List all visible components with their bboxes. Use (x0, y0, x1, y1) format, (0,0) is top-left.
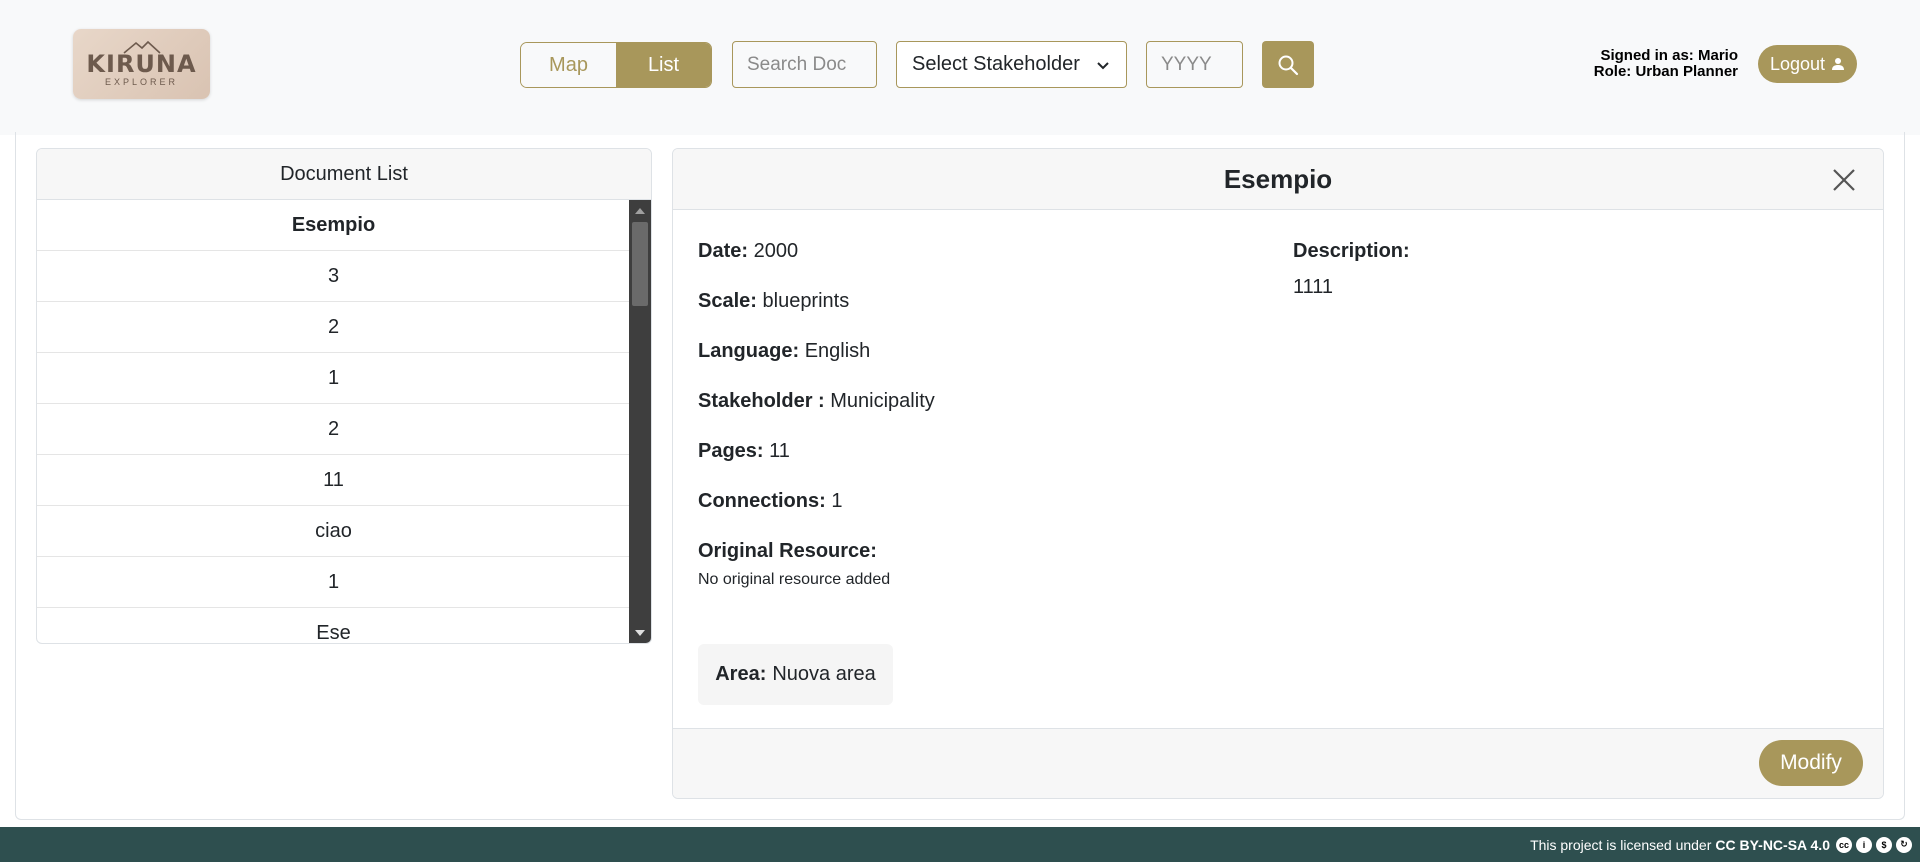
connections-value: 1 (831, 490, 843, 512)
description-label-field: Description: (1293, 239, 1410, 263)
sa-icon: ↻ (1896, 836, 1912, 853)
pages-field: Pages: 11 (698, 439, 790, 463)
language-label: Language: (698, 340, 800, 362)
original-resource-field: Original Resource: (698, 539, 877, 563)
list-view-button[interactable]: List (616, 43, 711, 87)
document-list-title: Document List (37, 149, 651, 200)
nc-icon: $ (1876, 836, 1892, 853)
date-field: Date: 2000 (698, 239, 798, 263)
user-info: Signed in as: Mario Role: Urban Planner (1560, 48, 1738, 80)
role-prefix: Role: (1593, 63, 1632, 80)
detail-body: Date: 2000 Scale: blueprints Language: E… (673, 210, 1883, 730)
pages-label: Pages: (698, 440, 764, 462)
area-label: Area: (715, 663, 767, 685)
license-text: This project is licensed under (1530, 836, 1712, 853)
original-resource-label: Original Resource: (698, 540, 877, 562)
stakeholder-field: Stakeholder : Municipality (698, 389, 935, 413)
description-value: 1111 (1293, 276, 1334, 298)
year-input[interactable] (1146, 41, 1243, 88)
stakeholder-select[interactable]: Select Stakeholder (896, 41, 1127, 88)
connections-label: Connections: (698, 490, 826, 512)
list-item[interactable]: 3 (37, 251, 630, 302)
user-name: Mario (1697, 47, 1738, 64)
list-item[interactable]: 11 (37, 455, 630, 506)
logo-subtitle: EXPLORER (104, 77, 179, 87)
list-item[interactable]: Esempio (37, 200, 630, 251)
scale-value: blueprints (762, 290, 850, 312)
license-name[interactable]: CC BY-NC-SA 4.0 (1715, 837, 1830, 853)
search-input[interactable] (732, 41, 877, 88)
list-item[interactable]: Ese (37, 608, 630, 644)
pages-value: 11 (769, 440, 790, 462)
scroll-thumb[interactable] (632, 222, 648, 306)
kiruna-logo[interactable]: KIRUNA EXPLORER (73, 29, 210, 99)
chevron-down-icon (1097, 61, 1109, 69)
search-icon (1278, 55, 1299, 75)
document-list-panel: Document List Esempio 3 2 1 2 11 ciao 1 … (36, 148, 652, 644)
signed-in-line: Signed in as: Mario (1560, 48, 1738, 64)
original-resource-value: No original resource added (698, 571, 891, 588)
area-value: Nuova area (772, 663, 876, 685)
license-icons: cc i $ ↻ (1836, 836, 1912, 853)
license-footer: This project is licensed under CC BY-NC-… (0, 827, 1920, 862)
date-label: Date: (698, 240, 749, 262)
list-item[interactable]: 1 (37, 557, 630, 608)
scale-field: Scale: blueprints (698, 289, 849, 313)
detail-header: Esempio (673, 149, 1883, 210)
user-icon (1832, 58, 1845, 70)
logout-label: Logout (1769, 53, 1826, 74)
stakeholder-label: Stakeholder : (698, 390, 825, 412)
modify-button[interactable]: Modify (1759, 740, 1863, 786)
stakeholder-value: Municipality (830, 390, 935, 412)
role-line: Role: Urban Planner (1560, 64, 1738, 80)
connections-field: Connections: 1 (698, 489, 842, 513)
stakeholder-select-label: Select Stakeholder (912, 53, 1080, 75)
list-item[interactable]: 1 (37, 353, 630, 404)
detail-title: Esempio (1223, 163, 1333, 194)
document-list-body[interactable]: Esempio 3 2 1 2 11 ciao 1 Ese (37, 200, 630, 644)
signed-in-prefix: Signed in as: (1600, 47, 1694, 64)
user-role: Urban Planner (1635, 63, 1738, 80)
cc-icon: cc (1836, 836, 1852, 853)
detail-footer: Modify (673, 728, 1883, 798)
date-value: 2000 (753, 240, 799, 262)
close-icon[interactable] (1831, 167, 1857, 193)
description-label: Description: (1293, 240, 1410, 262)
list-item[interactable]: ciao (37, 506, 630, 557)
scroll-up-arrow-icon[interactable] (635, 208, 645, 214)
document-detail-card: Esempio Date: 2000 Scale: blueprints Lan… (672, 148, 1884, 799)
language-field: Language: English (698, 339, 870, 363)
area-badge: Area: Nuova area (698, 644, 893, 705)
scale-label: Scale: (698, 290, 757, 312)
list-item[interactable]: 2 (37, 404, 630, 455)
list-item[interactable]: 2 (37, 302, 630, 353)
view-toggle: Map List (520, 42, 712, 88)
map-view-button[interactable]: Map (521, 43, 616, 87)
language-value: English (804, 340, 871, 362)
by-icon: i (1856, 836, 1872, 853)
search-button[interactable] (1262, 41, 1314, 88)
app-header: KIRUNA EXPLORER Map List Select Stakehol… (0, 0, 1920, 135)
list-scrollbar[interactable] (629, 200, 651, 643)
logo-title: KIRUNA (86, 50, 197, 78)
logout-button[interactable]: Logout (1758, 45, 1857, 83)
scroll-down-arrow-icon[interactable] (635, 630, 645, 636)
